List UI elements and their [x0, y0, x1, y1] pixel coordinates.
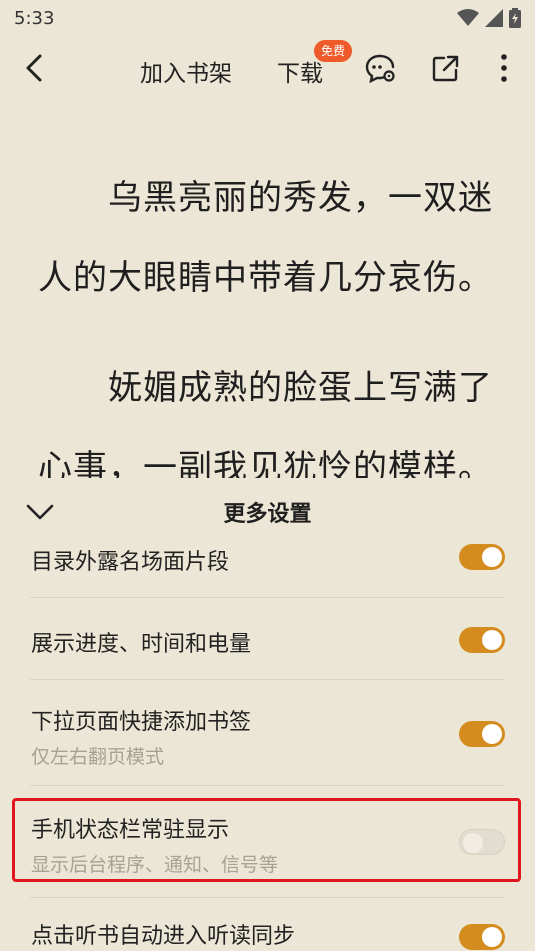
more-vertical-icon[interactable] — [490, 52, 518, 84]
divider — [30, 785, 505, 786]
toggle-knob — [482, 630, 502, 650]
setting-toggle[interactable] — [459, 627, 505, 653]
add-to-bookshelf-button[interactable]: 加入书架 — [140, 54, 232, 88]
setting-description: 显示后台程序、通知、信号等 — [31, 854, 279, 876]
setting-label: 下拉页面快捷添加书签 — [31, 710, 252, 735]
status-bar: 5:33 — [0, 0, 535, 36]
setting-toggle[interactable] — [459, 721, 505, 747]
toggle-knob — [482, 927, 502, 947]
text-line: 乌黑亮丽的秀发，一双迷 — [108, 178, 493, 218]
setting-row: 下拉页面快捷添加书签 仅左右翻页模式 — [0, 680, 535, 786]
setting-description: 仅左右翻页模式 — [31, 746, 165, 768]
setting-toggle[interactable] — [459, 924, 505, 950]
download-button[interactable]: 下载 — [277, 54, 323, 88]
status-time: 5:33 — [14, 7, 55, 29]
wifi-icon — [457, 9, 479, 26]
toggle-knob — [463, 833, 483, 853]
toggle-knob — [482, 724, 502, 744]
sheet-header: 更多设置 — [0, 478, 535, 544]
signal-icon — [485, 9, 503, 27]
setting-toggle[interactable] — [459, 544, 505, 570]
comment-settings-icon[interactable] — [364, 52, 396, 84]
sheet-title: 更多设置 — [223, 502, 312, 527]
more-settings-sheet: 更多设置 目录外露名场面片段 展示进度、时间和电量 下拉页面快捷添加书签 仅左右… — [0, 478, 535, 951]
setting-label: 点击听书自动进入听读同步 — [31, 924, 296, 949]
text-line: 人的大眼睛中带着几分哀伤。 — [38, 258, 493, 298]
status-icons — [457, 8, 521, 28]
battery-charging-icon — [509, 8, 521, 28]
setting-label: 目录外露名场面片段 — [31, 550, 230, 575]
chevron-left-icon[interactable] — [20, 52, 50, 84]
text-line: 妩媚成熟的脸蛋上写满了 — [108, 368, 493, 408]
setting-row: 展示进度、时间和电量 — [0, 598, 535, 680]
free-badge: 免费 — [314, 40, 353, 62]
setting-row: 点击听书自动进入听读同步 — [0, 898, 535, 951]
reader-toolbar: 加入书架 下载 免费 — [0, 40, 535, 96]
setting-row: 手机状态栏常驻显示 显示后台程序、通知、信号等 — [0, 798, 535, 898]
setting-row: 目录外露名场面片段 — [0, 540, 535, 598]
setting-label: 手机状态栏常驻显示 — [31, 818, 230, 843]
setting-toggle[interactable] — [459, 829, 505, 855]
share-icon[interactable] — [430, 52, 462, 84]
setting-label: 展示进度、时间和电量 — [31, 632, 252, 657]
toggle-knob — [482, 547, 502, 567]
